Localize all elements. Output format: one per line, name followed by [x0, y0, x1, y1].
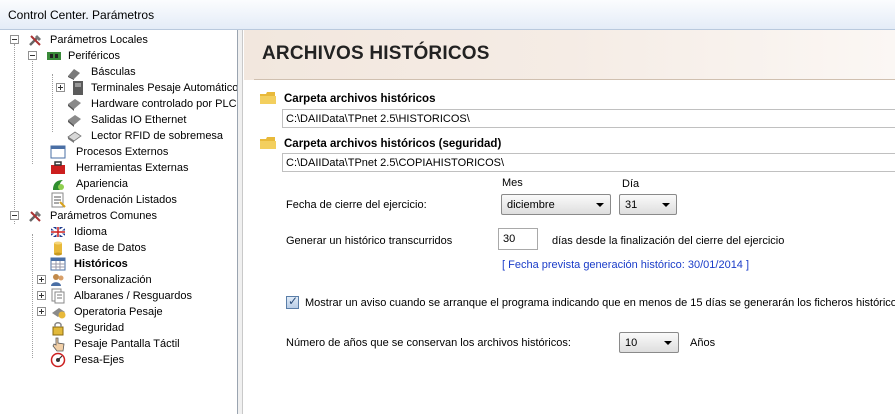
tree-item-pesa-ejes[interactable]: Pesa-Ejes — [46, 352, 226, 368]
axle-gauge-icon — [50, 352, 66, 368]
anios-unit-label: Años — [690, 337, 716, 349]
uk-flag-icon — [50, 226, 66, 238]
tree-item-salidas-io[interactable]: Salidas IO Ethernet — [66, 112, 226, 128]
main-panel: ARCHIVOS HISTÓRICOS Carpeta archivos his… — [244, 30, 895, 414]
chevron-down-icon — [664, 341, 672, 345]
expander-operatoria[interactable] — [37, 307, 46, 316]
tree-item-idioma[interactable]: Idioma — [46, 224, 226, 240]
tree-item-terminales[interactable]: Terminales Pesaje Automático — [66, 80, 237, 96]
mes-column-label: Mes — [502, 177, 523, 189]
folder-icon — [260, 137, 276, 149]
tree-item-ordenacion-listados[interactable]: Ordenación Listados — [46, 192, 226, 208]
tree-item-procesos-label[interactable]: Procesos Externos — [76, 144, 226, 160]
documents-icon — [51, 288, 65, 304]
io-device-icon — [68, 115, 81, 127]
tree-item-base-de-datos[interactable]: Base de Datos — [46, 240, 226, 256]
tree-item-parametros-comunes[interactable]: Parámetros Comunes — [28, 208, 228, 224]
dia-column-label: Día — [622, 178, 640, 190]
appearance-icon — [53, 180, 64, 190]
header-divider — [254, 79, 895, 80]
anios-label: Número de años que se conservan los arch… — [286, 337, 571, 349]
tree-item-historicos[interactable]: Históricos — [46, 256, 226, 272]
settings-tree[interactable]: Parámetros Locales Periféricos Básculas … — [2, 30, 238, 414]
folder2-label: Carpeta archivos históricos (seguridad) — [284, 138, 502, 150]
dia-dropdown[interactable]: 31 — [619, 194, 677, 215]
panel-splitter[interactable] — [238, 30, 243, 414]
calendar-grid-icon — [50, 257, 66, 271]
weighing-operation-icon — [52, 308, 66, 319]
dias-suffix-label: días desde la finalización del cierre de… — [552, 235, 785, 247]
plc-device-icon — [68, 99, 81, 111]
window-process-icon — [50, 145, 66, 159]
tree-item-apariencia[interactable]: Apariencia — [46, 176, 226, 192]
tools-icon — [29, 211, 41, 222]
folder2-path-field[interactable]: C:\DAIIData\TPnet 2.5\COPIAHISTORICOS\ — [282, 153, 895, 172]
dias-input[interactable]: 30 — [498, 228, 538, 250]
tools-icon — [29, 35, 41, 46]
tree-item-pesaje-pantalla-tactil[interactable]: Pesaje Pantalla Táctil — [46, 336, 236, 352]
tree-item-herramientas-externas[interactable]: Herramientas Externas — [46, 160, 236, 176]
tree-item-basculas[interactable]: Básculas — [66, 64, 226, 80]
section-heading: ARCHIVOS HISTÓRICOS — [262, 43, 490, 64]
touch-hand-icon — [52, 337, 65, 352]
mes-dropdown-value: diciembre — [507, 199, 555, 211]
section-header: ARCHIVOS HISTÓRICOS — [244, 30, 895, 80]
fecha-cierre-label: Fecha de cierre del ejercicio: — [286, 199, 427, 211]
tree-item-hardware-plc[interactable]: Hardware controlado por PLC — [66, 96, 237, 112]
expander-perifericos[interactable] — [28, 51, 37, 60]
circuit-board-icon — [47, 52, 61, 60]
window-titlebar: Control Center. Parámetros — [0, 0, 895, 30]
tree-item-seguridad[interactable]: Seguridad — [46, 320, 226, 336]
expander-locales[interactable] — [10, 35, 19, 44]
anios-dropdown[interactable]: 10 — [619, 332, 679, 353]
chevron-down-icon — [596, 203, 604, 207]
dia-dropdown-value: 31 — [625, 199, 638, 211]
tree-item-albaranes[interactable]: Albaranes / Resguardos — [46, 288, 236, 304]
expander-personalizacion[interactable] — [37, 275, 46, 284]
rfid-reader-icon — [67, 131, 82, 143]
chevron-down-icon — [662, 203, 670, 207]
tree-item-perifericos[interactable]: Periféricos — [46, 48, 226, 64]
folder1-path-field[interactable]: C:\DAIIData\TPnet 2.5\HISTORICOS\ — [282, 109, 895, 128]
tree-item-lector-rfid[interactable]: Lector RFID de sobremesa — [66, 128, 237, 144]
folder-icon — [260, 92, 276, 104]
tree-item-personalizacion[interactable]: Personalización — [46, 272, 226, 288]
expander-comunes[interactable] — [10, 211, 19, 220]
fecha-prevista-text: [ Fecha prevista generación histórico: 3… — [502, 259, 750, 271]
terminal-icon — [73, 81, 83, 95]
expander-terminales[interactable] — [56, 83, 65, 92]
window-title: Control Center. Parámetros — [8, 8, 155, 22]
tree-item-operatoria-pesaje[interactable]: Operatoria Pesaje — [46, 304, 226, 320]
database-icon — [54, 241, 62, 256]
expander-albaranes[interactable] — [37, 291, 46, 300]
mes-dropdown[interactable]: diciembre — [501, 194, 611, 215]
generar-label: Generar un histórico transcurridos — [286, 235, 453, 247]
aviso-label: Mostrar un aviso cuando se arranque el p… — [305, 297, 895, 309]
lock-icon — [52, 322, 64, 336]
folder1-label: Carpeta archivos históricos — [284, 93, 436, 105]
scale-icon — [68, 69, 80, 80]
sort-list-icon — [51, 192, 66, 208]
toolbox-icon — [51, 161, 65, 174]
users-icon — [51, 274, 64, 286]
anios-dropdown-value: 10 — [625, 337, 638, 349]
aviso-checkbox[interactable] — [286, 294, 299, 309]
tree-item-parametros-locales[interactable]: Parámetros Locales — [28, 32, 228, 48]
